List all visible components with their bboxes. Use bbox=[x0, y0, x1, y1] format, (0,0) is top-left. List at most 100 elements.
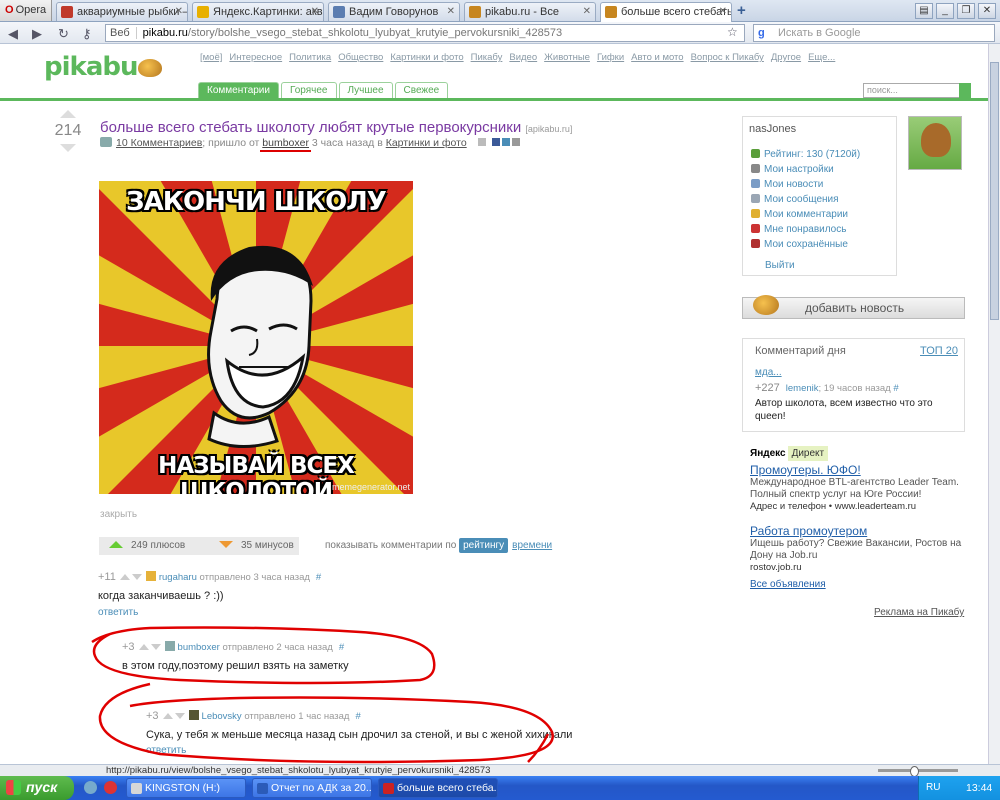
close-image-link[interactable]: закрыть bbox=[100, 509, 137, 520]
user-comments-item[interactable]: Мои комментарии bbox=[751, 209, 860, 224]
top20-link[interactable]: ТОП 20 bbox=[920, 345, 958, 357]
close-window-icon[interactable]: ✕ bbox=[978, 3, 996, 19]
story-title[interactable]: больше всего стебать школоту любят круты… bbox=[100, 119, 572, 136]
scrollbar-thumb[interactable] bbox=[990, 62, 999, 320]
google-search-field[interactable]: g Искать в Google bbox=[753, 24, 995, 42]
cod-author[interactable]: lemenik bbox=[786, 383, 819, 394]
page-scrollbar[interactable] bbox=[988, 44, 1000, 764]
sort-by-rating[interactable]: рейтингу bbox=[459, 538, 509, 553]
comment-permalink[interactable]: # bbox=[355, 711, 360, 722]
ad-contact-link[interactable]: Адрес и телефон • www.leaderteam.ru bbox=[750, 501, 970, 512]
restore-icon[interactable]: ❐ bbox=[957, 3, 975, 19]
comment-downvote-icon[interactable] bbox=[131, 574, 142, 580]
tab-comments[interactable]: Комментарии bbox=[198, 82, 279, 98]
language-indicator[interactable]: RU bbox=[926, 782, 940, 793]
category-link[interactable]: Картинки и фото bbox=[386, 137, 467, 149]
vk-icon[interactable] bbox=[501, 138, 510, 146]
nav-link[interactable]: [моё] bbox=[200, 52, 222, 63]
start-button[interactable]: пуск bbox=[0, 776, 74, 800]
user-saved-item[interactable]: Мои сохранённые bbox=[751, 239, 860, 254]
comment-permalink[interactable]: # bbox=[316, 572, 321, 583]
logout-link[interactable]: Выйти bbox=[765, 260, 795, 271]
search-button[interactable] bbox=[959, 83, 971, 98]
downvote-icon[interactable] bbox=[60, 144, 76, 152]
bookmark-star-icon[interactable]: ☆ bbox=[727, 25, 738, 39]
close-tab-icon[interactable]: ✕ bbox=[583, 6, 591, 17]
new-tab-button[interactable]: + bbox=[737, 2, 746, 19]
clock[interactable]: 13:44 bbox=[966, 782, 992, 794]
site-search-input[interactable]: поиск... bbox=[863, 83, 971, 98]
user-news-item[interactable]: Мои новости bbox=[751, 179, 860, 194]
address-field[interactable]: Веб pikabu.ru/story/bolshe_vsego_stebat_s… bbox=[105, 24, 745, 42]
facebook-icon[interactable] bbox=[491, 138, 500, 146]
ad-title[interactable]: Промоутеры. ЮФО! bbox=[750, 463, 970, 477]
direct-label[interactable]: Директ bbox=[787, 446, 829, 461]
comment-downvote-icon[interactable] bbox=[174, 713, 185, 719]
nav-link[interactable]: Картинки и фото bbox=[390, 52, 463, 63]
sort-by-time[interactable]: времени bbox=[512, 540, 552, 551]
nav-link[interactable]: Интересное bbox=[229, 52, 282, 63]
browser-tab[interactable]: Вадим Говорунов ✕ bbox=[328, 2, 460, 21]
browser-tab[interactable]: аквариумные рыбки — ...✕ bbox=[56, 2, 188, 21]
tab-new[interactable]: Свежее bbox=[394, 82, 449, 98]
minimize-icon[interactable]: _ bbox=[936, 3, 954, 19]
nav-link[interactable]: Животные bbox=[544, 52, 590, 63]
ad-title[interactable]: Работа промоутером bbox=[750, 524, 970, 538]
nav-link[interactable]: Пикабу bbox=[471, 52, 503, 63]
forward-icon[interactable]: ▶ bbox=[32, 26, 42, 42]
user-liked-item[interactable]: Мне понравилось bbox=[751, 224, 860, 239]
back-icon[interactable]: ◀ bbox=[8, 26, 18, 42]
ad-domain[interactable]: rostov.job.ru bbox=[750, 562, 970, 573]
taskbar-item[interactable]: KINGSTON (H:) bbox=[126, 778, 246, 798]
zoom-slider[interactable] bbox=[878, 766, 958, 777]
nav-link[interactable]: Политика bbox=[289, 52, 331, 63]
reply-link[interactable]: ответить bbox=[146, 745, 186, 756]
story-author-link[interactable]: bumboxer bbox=[262, 137, 309, 149]
comments-count-link[interactable]: 10 Комментариев bbox=[116, 137, 202, 149]
comment-downvote-icon[interactable] bbox=[150, 644, 161, 650]
tab-best[interactable]: Лучшее bbox=[338, 82, 393, 98]
user-avatar[interactable] bbox=[908, 116, 962, 170]
comment-permalink[interactable]: # bbox=[339, 642, 344, 653]
user-settings-item[interactable]: Мои настройки bbox=[751, 164, 860, 179]
minus-arrow-icon[interactable] bbox=[219, 541, 233, 548]
cod-post-link[interactable]: мда... bbox=[755, 367, 782, 378]
tab-hot[interactable]: Горячее bbox=[280, 82, 337, 98]
ie-quicklaunch-icon[interactable] bbox=[84, 781, 97, 794]
close-tab-icon[interactable]: ✕ bbox=[719, 6, 727, 17]
nav-link[interactable]: Еще... bbox=[808, 52, 835, 63]
close-tab-icon[interactable]: ✕ bbox=[311, 6, 319, 17]
nav-link[interactable]: Общество bbox=[338, 52, 383, 63]
user-messages-item[interactable]: Мои сообщения bbox=[751, 194, 860, 209]
twitter-icon[interactable] bbox=[511, 138, 520, 146]
taskbar-item[interactable]: Отчет по АДК за 20... bbox=[252, 778, 372, 798]
nav-link[interactable]: Другое bbox=[771, 52, 801, 63]
nav-link[interactable]: Видео bbox=[509, 52, 537, 63]
comment-author[interactable]: Lebovsky bbox=[202, 711, 242, 722]
all-ads-link[interactable]: Все объявления bbox=[750, 579, 970, 590]
add-news-button[interactable]: добавить новость bbox=[742, 295, 965, 319]
taskbar-item-active[interactable]: больше всего стеба... bbox=[378, 778, 498, 798]
opera-menu-button[interactable]: O Opera bbox=[0, 0, 52, 21]
browser-tab[interactable]: Яндекс.Картинки: акв... ✕ bbox=[192, 2, 324, 21]
comment-upvote-icon[interactable] bbox=[138, 644, 149, 650]
plus-arrow-icon[interactable] bbox=[109, 541, 123, 548]
comment-author[interactable]: rugaharu bbox=[159, 572, 197, 583]
opera-quicklaunch-icon[interactable] bbox=[104, 781, 117, 794]
nav-link[interactable]: Авто и мото bbox=[631, 52, 683, 63]
pikabu-logo[interactable]: pikabu bbox=[44, 52, 163, 82]
tab-list-icon[interactable]: ▤ bbox=[915, 3, 933, 19]
user-rating-item[interactable]: Рейтинг: 130 (7120й) bbox=[751, 149, 860, 164]
reload-icon[interactable]: ↻ bbox=[58, 26, 69, 42]
comment-upvote-icon[interactable] bbox=[162, 713, 173, 719]
nav-link[interactable]: Вопрос к Пикабу bbox=[691, 52, 764, 63]
close-tab-icon[interactable]: ✕ bbox=[175, 6, 183, 17]
comment-author[interactable]: bumboxer bbox=[178, 642, 220, 653]
browser-tab[interactable]: pikabu.ru - Все ✕ bbox=[464, 2, 596, 21]
upvote-icon[interactable] bbox=[60, 110, 76, 118]
advertise-link[interactable]: Реклама на Пикабу bbox=[874, 607, 964, 618]
reply-link[interactable]: ответить bbox=[98, 607, 138, 618]
close-tab-icon[interactable]: ✕ bbox=[447, 6, 455, 17]
browser-tab-active[interactable]: больше всего стебать ...✕ bbox=[600, 2, 732, 22]
comment-upvote-icon[interactable] bbox=[119, 574, 130, 580]
